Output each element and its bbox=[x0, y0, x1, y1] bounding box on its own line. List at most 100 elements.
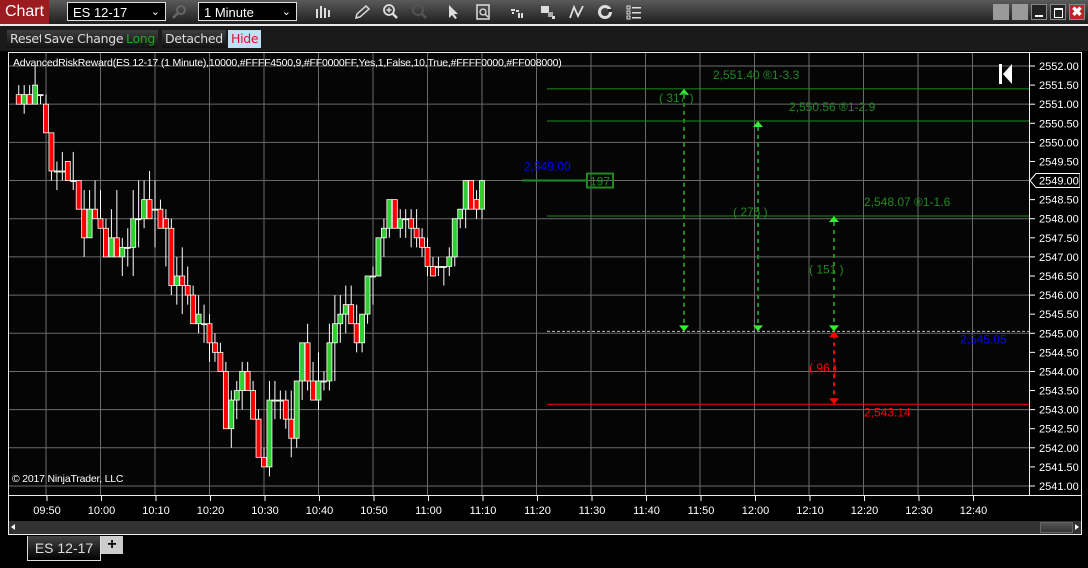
price-axis[interactable]: 2552.00 2551.50 2551.00 2550.50 2550.00 2549.… bbox=[1030, 52, 1082, 496]
link-button-2[interactable] bbox=[1012, 4, 1028, 20]
current-price-label: 2549.00 bbox=[1039, 176, 1079, 188]
candle-body bbox=[179, 275, 186, 286]
candle-body bbox=[255, 418, 262, 458]
time-tick-label: 12:10 bbox=[796, 505, 824, 517]
candle-body bbox=[184, 285, 191, 296]
time-tick-label: 09:50 bbox=[33, 505, 61, 517]
pointer-icon[interactable] bbox=[443, 3, 463, 21]
candle-body bbox=[359, 313, 366, 344]
price-tick-label: 2541.50 bbox=[1039, 462, 1079, 474]
candle-body bbox=[353, 323, 360, 344]
long-button[interactable]: Long bbox=[123, 30, 159, 48]
tab-es-12-17[interactable]: ES 12-17 bbox=[27, 536, 101, 561]
candle-body bbox=[299, 342, 306, 382]
candle-body bbox=[124, 246, 131, 249]
price-tick-label: 2542.00 bbox=[1039, 443, 1079, 455]
candle-body bbox=[195, 313, 202, 325]
strategies-icon[interactable] bbox=[567, 3, 587, 21]
scrollbar-thumb[interactable] bbox=[1040, 522, 1073, 533]
price-tick-label: 2552.00 bbox=[1039, 61, 1079, 73]
drawing-tool-icon[interactable] bbox=[352, 3, 372, 21]
instrument-value: ES 12-17 bbox=[73, 5, 128, 20]
scroll-left-icon[interactable] bbox=[11, 524, 15, 530]
price-tick-label: 2545.00 bbox=[1039, 328, 1079, 340]
target-ticks-label: ( 275 ) bbox=[733, 205, 768, 219]
stop-arrow-head bbox=[829, 331, 839, 338]
price-tick-label: 2541.00 bbox=[1039, 481, 1079, 493]
price-tick-label: 2550.50 bbox=[1039, 118, 1079, 130]
stop-price-label: 2,543.14 bbox=[864, 405, 911, 419]
time-axis-ticks: 09:50 10:00 10:10 10:20 10:30 10:40 10:50 11:00… bbox=[33, 496, 987, 517]
price-tick-label: 2546.50 bbox=[1039, 271, 1079, 283]
close-icon[interactable]: ✖ bbox=[1069, 4, 1085, 20]
price-tick-label: 2544.50 bbox=[1039, 347, 1079, 359]
time-tick-label: 12:30 bbox=[905, 505, 933, 517]
candle-body bbox=[233, 390, 240, 401]
candle-body bbox=[304, 342, 311, 382]
scroll-to-end-icon[interactable] bbox=[999, 64, 1012, 84]
candle-body bbox=[206, 323, 213, 344]
candle-body bbox=[141, 199, 148, 220]
time-tick-label: 10:40 bbox=[306, 505, 334, 517]
candle-body bbox=[64, 161, 71, 181]
horizontal-scrollbar[interactable] bbox=[8, 521, 1082, 535]
candle-body bbox=[364, 275, 371, 315]
candle-body bbox=[92, 208, 98, 220]
candle-body bbox=[157, 208, 164, 229]
candle-body bbox=[288, 418, 295, 439]
candle-body bbox=[380, 227, 387, 239]
candle-body bbox=[37, 94, 44, 97]
time-tick-label: 11:40 bbox=[633, 505, 660, 517]
stop-ticks-label: ( 96 ) bbox=[809, 361, 837, 375]
candle-body bbox=[277, 399, 284, 402]
candle-body bbox=[375, 237, 382, 277]
candle-body bbox=[130, 218, 137, 248]
chart-panel[interactable]: 2,545.05 2,543.14 ( 96 ) 2,548.07 ®1-1.6 ( 1… bbox=[8, 52, 1030, 496]
candle-body bbox=[331, 323, 338, 344]
price-tick-label: 2548.50 bbox=[1039, 195, 1079, 207]
candle-body bbox=[250, 390, 257, 420]
candle-body bbox=[315, 380, 322, 401]
maximize-icon[interactable] bbox=[1050, 4, 1066, 20]
time-axis[interactable]: 09:50 10:00 10:10 10:20 10:30 10:40 10:50 11:00… bbox=[8, 496, 1082, 521]
add-tab-button[interactable]: + bbox=[101, 536, 123, 554]
hide-button[interactable]: Hide bbox=[228, 30, 262, 48]
price-tick-label: 2543.00 bbox=[1039, 405, 1079, 417]
bar-type-icon[interactable] bbox=[313, 3, 333, 21]
templates-icon[interactable] bbox=[538, 3, 558, 21]
save-changes-button[interactable]: Save Changes bbox=[41, 30, 133, 48]
data-box-icon[interactable] bbox=[473, 3, 493, 21]
price-tick-label: 2542.50 bbox=[1039, 424, 1079, 436]
indicators-icon[interactable] bbox=[595, 3, 615, 21]
time-tick-label: 11:00 bbox=[415, 505, 442, 517]
candle-body bbox=[81, 208, 88, 239]
entry-arrow-head bbox=[829, 325, 839, 332]
candle-body bbox=[282, 399, 289, 420]
candle-body bbox=[119, 246, 126, 258]
candle-body bbox=[337, 313, 344, 325]
link-button-1[interactable] bbox=[993, 4, 1009, 20]
candle-body bbox=[217, 351, 224, 372]
search-icon[interactable] bbox=[170, 3, 190, 21]
price-tick-label: 2549.50 bbox=[1039, 156, 1079, 168]
detached-button[interactable]: Detached bbox=[162, 30, 226, 48]
candle-body bbox=[271, 399, 278, 402]
zoom-out-icon[interactable] bbox=[410, 3, 430, 21]
minimize-icon[interactable] bbox=[1031, 4, 1047, 20]
title-bar: Chart ES 12-17 ⌄ 1 Minute ⌄ ✖ bbox=[0, 0, 1088, 26]
instrument-selector[interactable]: ES 12-17 ⌄ bbox=[67, 2, 166, 21]
candle-body bbox=[244, 371, 251, 391]
scroll-right-icon[interactable] bbox=[1075, 524, 1079, 530]
interval-selector[interactable]: 1 Minute ⌄ bbox=[198, 2, 297, 21]
price-chart[interactable]: 2,545.05 2,543.14 ( 96 ) 2,548.07 ®1-1.6 ( 1… bbox=[9, 53, 1029, 495]
zoom-in-icon[interactable] bbox=[381, 3, 401, 21]
candle-body bbox=[424, 246, 431, 267]
time-tick-label: 10:30 bbox=[251, 505, 279, 517]
candle-body bbox=[413, 227, 420, 239]
indicator-label: AdvancedRiskReward(ES 12-17 (1 Minute),1… bbox=[13, 57, 562, 69]
properties-icon[interactable] bbox=[624, 3, 644, 21]
time-tick-label: 10:20 bbox=[197, 505, 225, 517]
candle-body bbox=[15, 94, 22, 105]
chart-trader-icon[interactable] bbox=[508, 3, 528, 21]
target-price-label: 2,548.07 ®1-1.6 bbox=[864, 195, 951, 209]
